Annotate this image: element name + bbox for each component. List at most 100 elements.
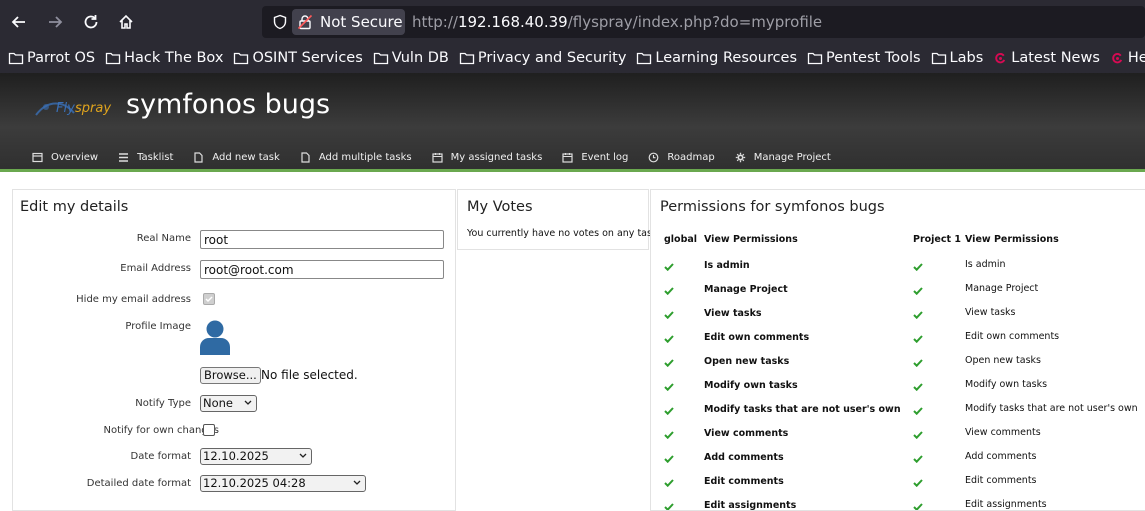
bookmark-label: Pentest Tools bbox=[826, 50, 921, 66]
page-content: Fly spray symfonos bugs Overview Tasklist… bbox=[0, 73, 1145, 511]
menu-item-overview[interactable]: Overview bbox=[32, 152, 98, 163]
bookmark-label: Hack The Box bbox=[124, 50, 224, 66]
shield-icon[interactable] bbox=[272, 14, 288, 30]
global-check bbox=[664, 304, 674, 320]
flyspray-logo[interactable]: Fly spray bbox=[34, 93, 112, 125]
check-icon bbox=[913, 383, 923, 392]
main-menu: Overview Tasklist Add new task Add multiple… bbox=[0, 145, 1145, 169]
site-security-chip[interactable]: Not Secure bbox=[292, 9, 405, 35]
bookmark-item[interactable]: Hack The Box bbox=[105, 50, 223, 66]
project-check bbox=[913, 496, 923, 510]
project-check bbox=[913, 352, 923, 368]
global-check bbox=[664, 376, 674, 392]
permission-name-2: Is admin bbox=[965, 259, 1006, 270]
list-icon bbox=[119, 152, 129, 162]
menu-item-my-assigned-tasks[interactable]: My assigned tasks bbox=[432, 152, 542, 163]
permission-name: Is admin bbox=[704, 260, 750, 271]
project-check bbox=[913, 400, 923, 416]
project-check bbox=[913, 424, 923, 440]
edit-details-panel: Edit my details Real Name root Email Add… bbox=[12, 189, 456, 511]
notify-own-label: Notify for own changes bbox=[103, 425, 220, 436]
insecure-lock-icon bbox=[297, 14, 313, 30]
project-check bbox=[913, 376, 923, 392]
notify-type-value: None bbox=[203, 396, 234, 410]
permission-name-2: View comments bbox=[965, 427, 1041, 438]
menu-item-add-multiple-tasks[interactable]: Add multiple tasks bbox=[300, 152, 412, 163]
menu-item-event-log[interactable]: Event log bbox=[562, 152, 628, 163]
bookmark-item[interactable]: Learning Resources bbox=[636, 50, 797, 66]
profile-image-label: Profile Image bbox=[125, 321, 191, 332]
menu-item-roadmap[interactable]: Roadmap bbox=[648, 152, 715, 163]
menu-item-label: Add multiple tasks bbox=[318, 151, 412, 163]
reload-icon bbox=[84, 15, 98, 29]
url-path: /flyspray/index.php?do=myprofile bbox=[567, 13, 823, 31]
edit-details-title: Edit my details bbox=[20, 199, 129, 215]
menu-item-tasklist[interactable]: Tasklist bbox=[118, 152, 173, 163]
check-icon bbox=[664, 503, 674, 510]
bookmark-item[interactable]: Vuln DB bbox=[373, 50, 449, 66]
folder-icon bbox=[373, 52, 388, 65]
check-icon bbox=[913, 311, 923, 320]
permission-name-2: Edit assignments bbox=[965, 499, 1047, 510]
home-button[interactable] bbox=[114, 10, 138, 34]
bookmark-item[interactable]: Latest News bbox=[993, 50, 1100, 66]
bookmark-item[interactable]: Labs bbox=[931, 50, 984, 66]
check-icon bbox=[664, 479, 674, 488]
real-name-input[interactable]: root bbox=[200, 230, 444, 249]
forward-button[interactable] bbox=[43, 10, 67, 34]
permission-name: Open new tasks bbox=[704, 356, 790, 367]
checkmark-icon bbox=[205, 296, 213, 303]
bookmark-item[interactable]: OSINT Services bbox=[233, 50, 363, 66]
project-check bbox=[913, 256, 923, 272]
hide-email-label: Hide my email address bbox=[76, 294, 191, 305]
debian-icon bbox=[1112, 52, 1122, 63]
check-icon bbox=[664, 287, 674, 296]
calendar-icon bbox=[562, 152, 573, 163]
notify-own-checkbox[interactable] bbox=[203, 424, 215, 436]
global-check bbox=[664, 256, 674, 272]
detailed-date-select[interactable]: 12.10.2025 04:28 bbox=[200, 475, 366, 492]
bookmarks-bar: Parrot OS Hack The Box OSINT Services Vuln … bbox=[0, 44, 1145, 72]
overview-icon bbox=[32, 152, 43, 162]
bookmark-item[interactable]: Parrot OS bbox=[8, 50, 95, 66]
back-button[interactable] bbox=[7, 10, 31, 34]
notify-type-select[interactable]: None bbox=[200, 395, 257, 412]
hide-email-checkbox[interactable] bbox=[203, 293, 215, 305]
check-icon bbox=[913, 335, 923, 344]
global-check bbox=[664, 352, 674, 368]
browse-button[interactable]: Browse... bbox=[200, 367, 261, 384]
check-icon bbox=[913, 479, 923, 488]
bookmark-item[interactable]: Pentest Tools bbox=[807, 50, 921, 66]
menu-item-add-new-task[interactable]: Add new task bbox=[193, 152, 280, 163]
avatar bbox=[200, 320, 230, 355]
reload-button[interactable] bbox=[79, 10, 103, 34]
menu-item-label: Event log bbox=[581, 151, 629, 163]
permission-name-2: Edit own comments bbox=[965, 331, 1060, 342]
chevron-down-icon bbox=[353, 480, 361, 485]
votes-message: You currently have no votes on any task. bbox=[467, 228, 661, 239]
bookmark-label: Learning Resources bbox=[655, 50, 798, 66]
project-check bbox=[913, 304, 923, 320]
notify-type-label: Notify Type bbox=[135, 398, 191, 409]
bookmark-label: Vuln DB bbox=[391, 50, 449, 66]
calendar-icon bbox=[432, 152, 443, 163]
col-project: Project 1 bbox=[913, 234, 961, 245]
permission-row: Modify tasks that are not user's own Modi… bbox=[651, 396, 1145, 420]
check-icon bbox=[664, 407, 674, 416]
bookmark-label: Labs bbox=[949, 50, 984, 66]
chevron-down-icon bbox=[299, 453, 307, 458]
site-header: Fly spray symfonos bugs Overview Tasklist… bbox=[0, 73, 1145, 171]
permission-name: Edit own comments bbox=[704, 332, 810, 343]
url-text[interactable]: http://192.168.40.39/flyspray/index.php?… bbox=[412, 13, 822, 31]
date-format-label: Date format bbox=[130, 451, 191, 462]
date-format-select[interactable]: 12.10.2025 bbox=[200, 448, 312, 465]
global-check bbox=[664, 472, 674, 488]
global-check bbox=[664, 424, 674, 440]
email-input[interactable]: root@root.com bbox=[200, 260, 444, 279]
bookmark-item[interactable]: Privacy and Security bbox=[459, 50, 626, 66]
menu-item-manage-project[interactable]: Manage Project bbox=[735, 152, 831, 163]
bookmark-item[interactable]: Help bbox=[1110, 50, 1145, 66]
col-global: global bbox=[664, 234, 698, 245]
bookmark-label: Parrot OS bbox=[27, 50, 96, 66]
folder-icon bbox=[234, 52, 249, 65]
